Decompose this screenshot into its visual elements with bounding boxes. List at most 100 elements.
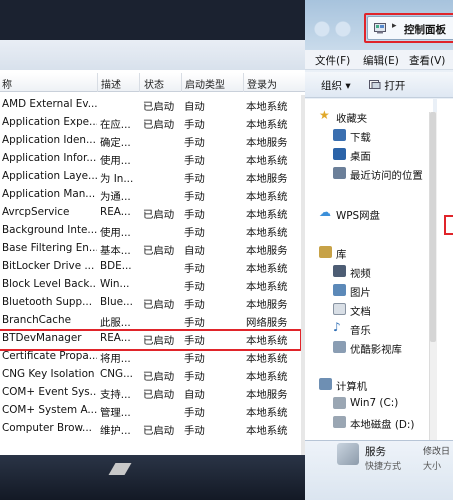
service-name: Application Infor... [2,152,97,164]
service-startup-type: 手动 [184,191,205,203]
service-name: BranchCache [2,314,71,326]
service-log-on: 本地系统 [246,353,288,365]
table-row[interactable]: COM+ Event Sys... 支持... 已启动 自动 本地服务 [0,383,305,401]
services-column-header: 称 描述 状态 启动类型 登录为 [0,73,305,92]
service-startup-type: 手动 [184,263,205,275]
service-status: 已启动 [143,425,175,437]
service-name: AMD External Ev... [2,98,97,110]
documents-icon [333,303,346,315]
drive-icon [333,416,346,428]
services-window: 称 描述 状态 启动类型 登录为 AMD External Ev... 已启动 自动… [0,40,305,480]
service-log-on: 本地系统 [246,371,288,383]
service-name: Base Filtering En... [2,242,97,254]
service-log-on: 本地系统 [246,119,288,131]
column-status[interactable]: 状态 [144,76,164,91]
table-row[interactable]: CNG Key Isolation CNG... 已启动 手动 本地系统 [0,365,305,383]
table-row[interactable]: Application Expe... 在应... 已启动 手动 本地系统 [0,113,305,131]
table-row[interactable]: Application Laye... 为 In... 手动 本地服务 [0,167,305,185]
column-name[interactable]: 称 [2,76,12,91]
organize-label: 组织 [321,80,342,92]
back-forward-buttons[interactable] [313,20,359,38]
service-name: Application Iden... [2,134,96,146]
table-row[interactable]: AMD External Ev... 已启动 自动 本地系统 [0,95,305,113]
column-description[interactable]: 描述 [101,76,121,91]
service-log-on: 本地服务 [246,299,288,311]
service-status: 已启动 [143,299,175,311]
toolbar: 组织 ▾ 打开 [305,72,453,98]
table-row-bluetooth[interactable]: Bluetooth Supp... Blue... 已启动 手动 本地服务 [0,293,305,311]
service-name: CNG Key Isolation [2,368,95,380]
service-name: BitLocker Drive ... [2,260,95,272]
service-startup-type: 手动 [184,353,205,365]
menu-file[interactable]: 文件(F) [315,53,350,68]
service-description: 使用... [100,155,131,167]
service-description: 管理... [100,407,131,419]
highlight-box-bluetooth [0,329,302,351]
column-log-on-as[interactable]: 登录为 [247,76,277,91]
service-startup-type: 自动 [184,245,205,257]
service-log-on: 本地系统 [246,209,288,221]
open-icon [369,80,381,89]
desktop-icon [333,148,346,160]
service-description: Win... [100,278,130,290]
service-startup-type: 手动 [184,281,205,293]
menu-bar: 文件(F) 编辑(E) 查看(V) [305,50,453,70]
service-status: 已启动 [143,389,175,401]
service-log-on: 本地系统 [246,407,288,419]
service-log-on: 本地系统 [246,191,288,203]
service-description: 维护... [100,425,131,437]
service-status: 已启动 [143,101,175,113]
table-row[interactable]: Computer Brow... 维护... 已启动 手动 本地系统 [0,419,305,437]
details-pane: 服务 快捷方式 修改日 大小 [305,440,453,500]
open-label: 打开 [384,80,406,92]
service-startup-type: 手动 [184,425,205,437]
drive-icon [333,397,346,409]
table-row[interactable]: Application Iden... 确定... 手动 本地服务 [0,131,305,149]
service-description: 为 In... [100,173,134,185]
star-icon: ★ [319,108,330,122]
navigation-pane: ★ 收藏夹 下载 桌面 最近访问的位置 ☁ WPS网盘 库 视频 图片 文档 ♪… [305,99,433,459]
service-name: Application Expe... [2,116,97,128]
music-icon: ♪ [333,320,341,334]
table-row[interactable]: COM+ System A... 管理... 手动 本地系统 [0,401,305,419]
menu-view[interactable]: 查看(V) [409,53,445,68]
detail-title: 服务 [365,446,386,458]
table-row[interactable]: Background Inte... 使用... 手动 本地系统 [0,221,305,239]
service-name: AvrcpService [2,206,70,218]
service-log-on: 网络服务 [246,317,288,329]
table-row[interactable]: BitLocker Drive ... BDE... 手动 本地系统 [0,257,305,275]
menu-edit[interactable]: 编辑(E) [363,53,399,68]
highlight-box-edge [444,215,453,235]
explorer-window: ▸ 控制面板 文件(F) 编辑(E) 查看(V) 组织 ▾ 打开 ★ 收藏夹 下… [305,0,453,500]
table-row[interactable]: BranchCache 此服... 手动 网络服务 [0,311,305,329]
download-folder-icon [333,129,346,141]
services-list: AMD External Ev... 已启动 自动 本地系统 Application … [0,95,305,437]
highlight-box-address [364,13,453,43]
service-startup-type: 手动 [184,299,205,311]
service-log-on: 本地系统 [246,227,288,239]
service-status: 已启动 [143,209,175,221]
table-row[interactable]: Base Filtering En... 基本... 已启动 自动 本地服务 [0,239,305,257]
library-icon [319,246,332,258]
service-startup-type: 手动 [184,371,205,383]
table-row[interactable]: Application Man... 为通... 手动 本地系统 [0,185,305,203]
open-button[interactable]: 打开 [369,78,405,93]
service-log-on: 本地服务 [246,389,288,401]
service-startup-type: 手动 [184,155,205,167]
service-description: 支持... [100,389,131,401]
table-row[interactable]: Block Level Back... Win... 手动 本地系统 [0,275,305,293]
service-status: 已启动 [143,245,175,257]
detail-subtitle: 快捷方式 [365,462,402,472]
column-startup-type[interactable]: 启动类型 [185,76,225,91]
nav-scrollbar-thumb[interactable] [430,112,436,342]
service-log-on: 本地服务 [246,173,288,185]
organize-button[interactable]: 组织 ▾ [321,78,351,93]
cloud-icon: ☁ [319,205,331,219]
service-description: 确定... [100,137,131,149]
service-description: 使用... [100,227,131,239]
content-pane [437,99,453,459]
table-row[interactable]: Application Infor... 使用... 手动 本地系统 [0,149,305,167]
service-description: 为通... [100,191,131,203]
table-row[interactable]: AvrcpService REA... 已启动 手动 本地系统 [0,203,305,221]
service-name: Certificate Propa... [2,350,97,362]
